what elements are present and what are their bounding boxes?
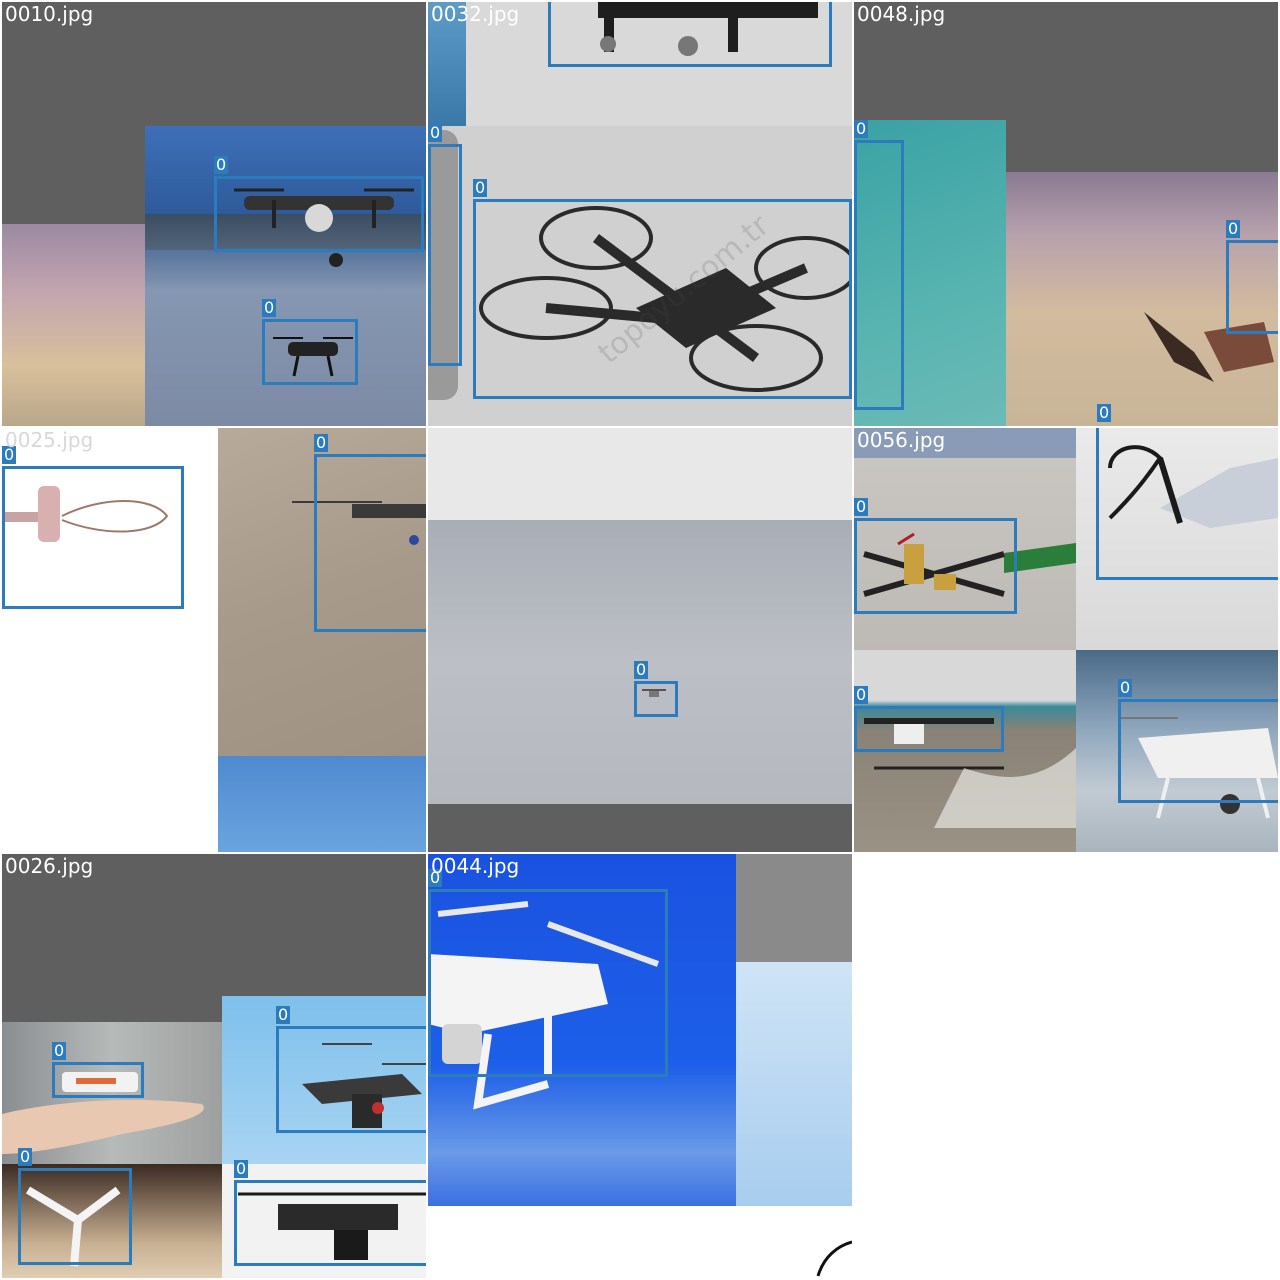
- class-label: 0: [52, 1041, 67, 1060]
- class-label: 0: [262, 298, 277, 317]
- bounding-box: 0: [854, 120, 904, 410]
- bounding-box: 0: [428, 124, 462, 366]
- filename-label: 0044.jpg: [431, 854, 520, 878]
- class-label: 0: [634, 660, 649, 679]
- bounding-box: 0: [2, 446, 184, 609]
- bounding-box: 0: [52, 1042, 144, 1098]
- tile-sky[interactable]: 0: [428, 428, 852, 852]
- filename-label: 0025.jpg: [5, 428, 94, 452]
- bounding-box: [548, 2, 832, 67]
- pad-area-top: [428, 428, 852, 520]
- class-label: 0: [854, 685, 869, 704]
- grid-divider: [0, 426, 1280, 428]
- class-label: 0: [854, 497, 869, 516]
- sky-photo: [218, 756, 426, 852]
- bounding-box: 0: [276, 1006, 426, 1133]
- class-label: 0: [428, 123, 443, 142]
- tile-0026[interactable]: 0 0 0 0 0026.jpg: [2, 854, 426, 1278]
- tile-0025[interactable]: 0 0 0025.jpg: [2, 428, 426, 852]
- sky-photo-left: [2, 224, 152, 426]
- class-label: 0: [1226, 219, 1241, 238]
- bounding-box: 0: [428, 869, 668, 1077]
- drone-icon: [816, 1240, 852, 1277]
- pad-area: [736, 854, 852, 962]
- class-label: 0: [214, 155, 229, 174]
- class-label: 0: [234, 1159, 249, 1178]
- class-label: 0: [1097, 403, 1112, 422]
- bounding-box: 0: [1096, 428, 1278, 580]
- class-label: 0: [18, 1147, 33, 1166]
- class-label: 0: [473, 178, 488, 197]
- tile-0044[interactable]: 0 0044.jpg: [428, 854, 852, 1278]
- class-label: 0: [314, 433, 329, 452]
- filename-label: 0026.jpg: [5, 854, 94, 878]
- bounding-box: 0: [1118, 679, 1278, 803]
- filename-label: 0048.jpg: [857, 2, 946, 26]
- class-label: 0: [1118, 678, 1133, 697]
- pad-area-bottom: [428, 804, 852, 852]
- bounding-box: 0: [314, 434, 426, 632]
- pale-sky-photo: [736, 962, 852, 1206]
- tile-0056[interactable]: 0 0 0 0 0056.jpg: [854, 428, 1278, 852]
- class-label: 0: [276, 1005, 291, 1024]
- grid-divider: [0, 852, 1280, 854]
- bounding-box: 0: [473, 179, 852, 399]
- tile-0032[interactable]: topoyu.com.tr 0 0 0032.jpg: [428, 2, 852, 426]
- grid-divider: [426, 0, 428, 1280]
- filename-label: 0032.jpg: [431, 2, 520, 26]
- bounding-box: 0: [262, 299, 358, 385]
- class-label: 0: [854, 119, 869, 138]
- bounding-box: 0: [18, 1148, 132, 1265]
- bounding-box: 0: [854, 686, 1004, 752]
- grid-divider: [852, 0, 854, 1280]
- bounding-box: 0: [634, 661, 678, 717]
- bounding-box: 0: [854, 498, 1017, 614]
- bounding-box: 0: [234, 1160, 426, 1266]
- bounding-box: 0: [214, 156, 424, 252]
- bounding-box: 0: [1226, 220, 1278, 334]
- tile-0010[interactable]: 0 0 0010.jpg: [2, 2, 426, 426]
- tile-0048[interactable]: 0 0 0 0048.jpg: [854, 2, 1278, 426]
- filename-label: 0056.jpg: [857, 428, 946, 452]
- filename-label: 0010.jpg: [5, 2, 94, 26]
